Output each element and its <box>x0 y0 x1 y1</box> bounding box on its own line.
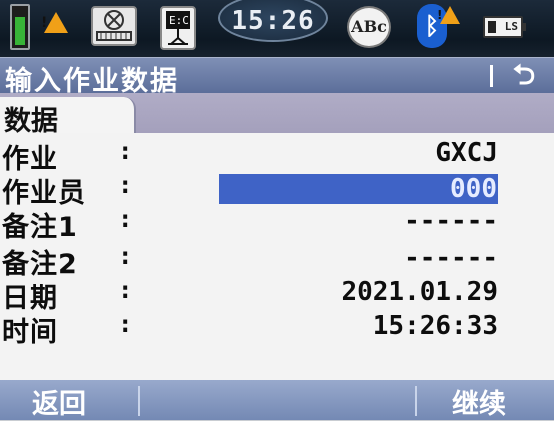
field-row-note2[interactable]: 备注2 : ------ <box>0 242 554 280</box>
title-separator <box>490 65 493 87</box>
function-separator <box>138 386 140 416</box>
field-colon: : <box>118 242 133 270</box>
warning-icon: ! <box>41 12 68 56</box>
tilt-sensor-icon[interactable] <box>91 6 137 46</box>
field-row-date[interactable]: 日期 : 2021.01.29 <box>0 276 554 314</box>
function-separator <box>415 386 417 416</box>
tab-data[interactable]: 数据 <box>0 97 136 137</box>
bluetooth-warning-icon: ! <box>437 6 460 50</box>
status-time: 15:26 <box>231 6 315 36</box>
field-value-date[interactable]: 2021.01.29 <box>341 277 498 307</box>
field-value-note1[interactable]: ------ <box>404 206 498 236</box>
field-colon: : <box>118 137 133 165</box>
back-button[interactable]: 返回 <box>32 382 86 421</box>
continue-button[interactable]: 继续 <box>452 382 506 421</box>
compensator-icon[interactable]: E:C <box>160 6 196 50</box>
field-value-operator[interactable]: 000 <box>450 174 497 204</box>
field-colon: : <box>118 276 133 304</box>
field-value-time[interactable]: 15:26:33 <box>373 311 498 341</box>
field-value-job[interactable]: GXCJ <box>435 138 498 168</box>
field-label: 备注1 <box>2 212 78 243</box>
field-row-time[interactable]: 时间 : 15:26:33 <box>0 310 554 348</box>
field-row-job[interactable]: 作业 : GXCJ <box>0 137 554 175</box>
field-colon: : <box>118 205 133 233</box>
input-mode-icon[interactable]: ABc <box>347 6 391 48</box>
return-icon[interactable]: ⮌ <box>504 58 544 92</box>
battery-level-icon <box>10 4 30 50</box>
field-row-operator[interactable]: 作业员 : 000 <box>0 171 554 209</box>
status-bar: ! E:C 15:26 ABc ᛒ ! LS <box>0 0 554 57</box>
field-colon: : <box>118 310 133 338</box>
operator-input[interactable]: 000 <box>219 174 498 204</box>
field-label: 时间 <box>2 317 58 348</box>
function-bar: 返回 继续 <box>0 380 554 420</box>
battery-icon: LS <box>483 16 526 38</box>
field-value-note2[interactable]: ------ <box>404 243 498 273</box>
field-colon: : <box>118 171 133 199</box>
field-row-note1[interactable]: 备注1 : ------ <box>0 205 554 243</box>
form-area: 作业 : GXCJ 作业员 : 000 备注1 : ------ 备注2 : -… <box>0 133 554 380</box>
title-bar: 输入作业数据 ⮌ <box>0 57 554 97</box>
svg-text:E:C: E:C <box>169 14 189 27</box>
